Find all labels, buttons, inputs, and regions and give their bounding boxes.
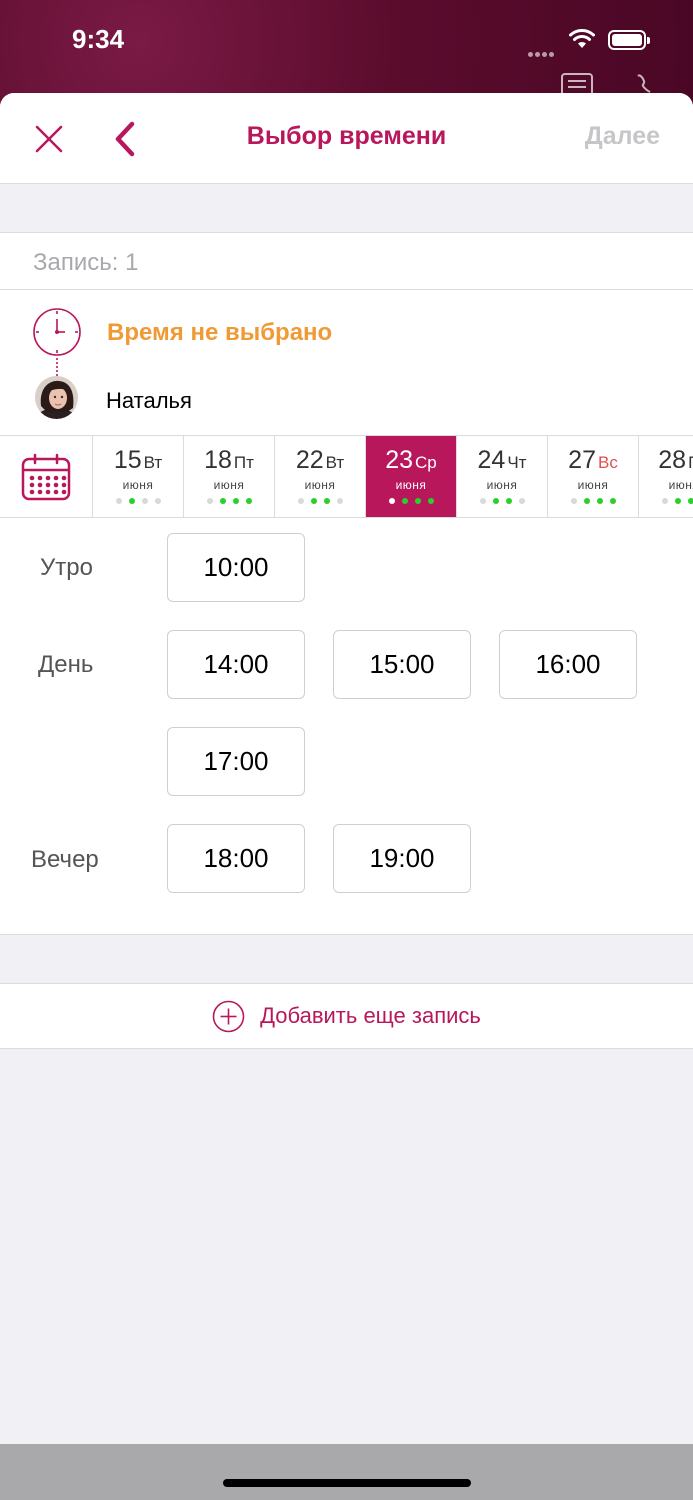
date-day: 24: [477, 446, 506, 474]
availability-dots: [184, 498, 274, 504]
availability-dot: [401, 498, 408, 504]
availability-dots: [275, 498, 365, 504]
availability-dot: [128, 498, 135, 504]
date-item[interactable]: 23 Ср июня: [365, 436, 456, 517]
period-evening: Вечер: [31, 846, 99, 873]
availability-dots: [366, 498, 456, 504]
time-slot[interactable]: 16:00: [499, 630, 637, 699]
period-day: День: [38, 651, 94, 678]
date-month: июня: [304, 478, 336, 492]
date-month: июня: [395, 478, 427, 492]
date-weekday: Пт: [233, 453, 254, 472]
date-weekday: Вт: [143, 453, 163, 472]
home-indicator[interactable]: [223, 1479, 471, 1487]
availability-dots: [457, 498, 547, 504]
availability-dot: [505, 498, 512, 504]
date-day: 15: [113, 446, 142, 474]
availability-dot: [674, 498, 681, 504]
time-slot[interactable]: 10:00: [167, 533, 305, 602]
availability-dots: [639, 498, 693, 504]
period-morning: Утро: [40, 554, 93, 581]
availability-dot: [570, 498, 577, 504]
availability-dot: [427, 498, 434, 504]
date-weekday: Вс: [597, 453, 618, 472]
date-item[interactable]: 27 Вс июня: [547, 436, 638, 517]
availability-dot: [336, 498, 343, 504]
availability-dot: [479, 498, 486, 504]
specialist-name: Наталья: [106, 388, 192, 413]
date-month: июня: [122, 478, 154, 492]
availability-dot: [609, 498, 616, 504]
availability-dot: [232, 498, 239, 504]
date-day: 28: [658, 446, 687, 474]
date-month: июня: [213, 478, 245, 492]
availability-dot: [414, 498, 421, 504]
time-slot[interactable]: 15:00: [333, 630, 471, 699]
date-weekday: Чт: [507, 453, 527, 472]
availability-dot: [388, 498, 395, 504]
calendar-button[interactable]: [0, 436, 92, 517]
availability-dot: [661, 498, 668, 504]
availability-dot: [115, 498, 122, 504]
time-picker-sheet: Выбор времени Далее Запись: 1 Время не в…: [0, 93, 693, 1500]
record-card: Запись: 1 Время не выбрано Наталья 15 Вт…: [0, 232, 693, 935]
availability-dots: [93, 498, 183, 504]
availability-dot: [323, 498, 330, 504]
record-label: Запись: 1: [0, 233, 693, 290]
time-slot[interactable]: 14:00: [167, 630, 305, 699]
date-weekday: Ср: [415, 453, 437, 472]
date-list: 15 Вт июня 18 Пт июня 22 Вт июня 23 Ср июня 24 Чт июня…: [92, 436, 693, 517]
time-slots: Утро День Вечер 10:00 14:00 15:00 16:00 …: [0, 518, 693, 934]
specialist-avatar[interactable]: [35, 376, 78, 419]
date-day: 22: [295, 446, 324, 474]
plus-circle-icon: [212, 1000, 245, 1032]
availability-dot: [154, 498, 161, 504]
date-item[interactable]: 18 Пт июня: [183, 436, 274, 517]
time-slot[interactable]: 19:00: [333, 824, 471, 893]
date-day: 18: [204, 446, 232, 474]
availability-dot: [687, 498, 693, 504]
availability-dot: [141, 498, 148, 504]
date-weekday: Вт: [325, 453, 345, 472]
add-record-button[interactable]: Добавить еще запись: [0, 983, 693, 1049]
availability-dot: [492, 498, 499, 504]
wifi-icon: [568, 28, 596, 55]
record-summary: Время не выбрано Наталья: [0, 290, 693, 435]
availability-dot: [310, 498, 317, 504]
date-weekday: Пн: [688, 453, 693, 472]
availability-dot: [518, 498, 525, 504]
time-slot[interactable]: 18:00: [167, 824, 305, 893]
date-month: июня: [668, 478, 693, 492]
next-button[interactable]: Далее: [585, 122, 660, 151]
date-month: июня: [486, 478, 518, 492]
signal-icon: [528, 44, 556, 62]
date-month: июня: [577, 478, 609, 492]
time-slot[interactable]: 17:00: [167, 727, 305, 796]
status-time: 9:34: [72, 24, 125, 54]
availability-dot: [219, 498, 226, 504]
date-item[interactable]: 24 Чт июня: [456, 436, 547, 517]
availability-dots: [548, 498, 638, 504]
availability-dot: [596, 498, 603, 504]
add-record-label: Добавить еще запись: [260, 1003, 481, 1028]
home-indicator-area: [0, 1444, 693, 1500]
nav-bar: Выбор времени Далее: [0, 93, 693, 184]
date-day: 23: [385, 446, 414, 474]
calendar-icon: [21, 453, 71, 500]
date-item[interactable]: 22 Вт июня: [274, 436, 365, 517]
availability-dot: [297, 498, 304, 504]
date-item[interactable]: 28Пн июня: [638, 436, 693, 517]
battery-icon: [608, 30, 650, 50]
clock-icon: [32, 307, 82, 357]
availability-dot: [245, 498, 252, 504]
date-item[interactable]: 15 Вт июня: [92, 436, 183, 517]
time-status: Время не выбрано: [107, 319, 333, 346]
date-strip: 15 Вт июня 18 Пт июня 22 Вт июня 23 Ср июня 24 Чт июня…: [0, 435, 693, 518]
availability-dot: [206, 498, 213, 504]
date-day: 27: [568, 446, 596, 474]
availability-dot: [583, 498, 590, 504]
